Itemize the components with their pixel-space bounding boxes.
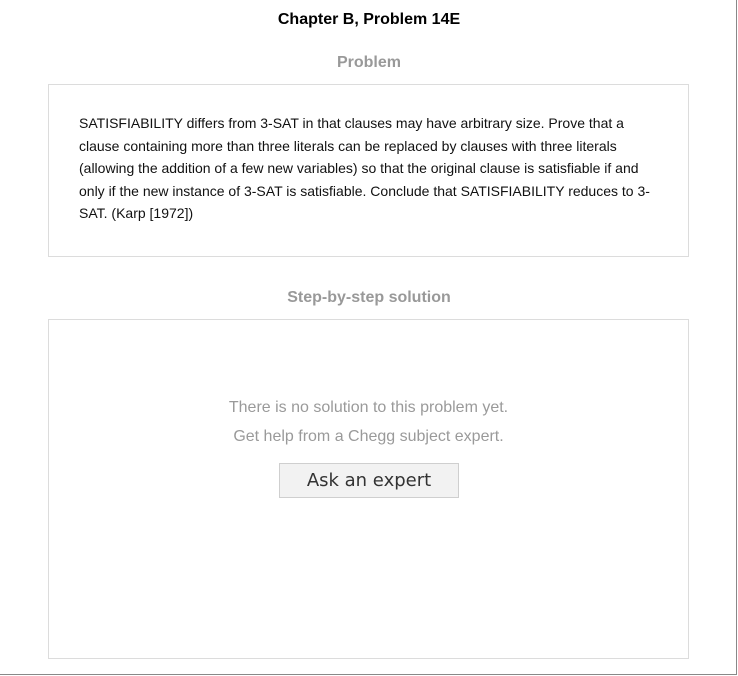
problem-text: SATISFIABILITY differs from 3-SAT in tha… (79, 115, 650, 221)
problem-heading: Problem (336, 54, 401, 71)
solution-heading: Step-by-step solution (287, 289, 451, 306)
page-frame: Chapter B, Problem 14E Problem SATISFIAB… (0, 0, 737, 675)
page-title: Chapter B, Problem 14E (277, 11, 461, 28)
solution-box: There is no solution to this problem yet… (48, 319, 689, 659)
no-solution-message: There is no solution to this problem yet… (228, 399, 509, 416)
problem-box: SATISFIABILITY differs from 3-SAT in tha… (48, 84, 689, 257)
ask-expert-button[interactable]: Ask an expert (279, 463, 459, 498)
expert-help-message: Get help from a Chegg subject expert. (233, 428, 504, 445)
